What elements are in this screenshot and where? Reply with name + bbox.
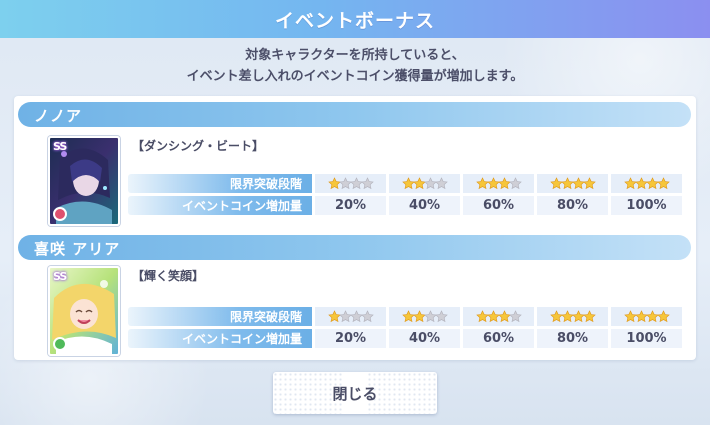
stars-cell: [460, 307, 534, 326]
stars-cell: [386, 307, 460, 326]
bonus-description: 対象キャラクターを所持していると、 イベント差し入れのイベントコイン獲得量が増加…: [0, 45, 710, 87]
card-title: 【輝く笑顔】: [132, 269, 205, 283]
close-button-label: 閉じる: [332, 384, 378, 403]
card-title: 【ダンシング・ビート】: [132, 139, 265, 153]
coin-increase-value: 40%: [386, 196, 460, 215]
limit-break-stars-4: [549, 177, 596, 190]
limit-break-stars-4: [549, 310, 596, 323]
star-icon: [656, 310, 670, 323]
star-icon: [434, 310, 448, 323]
stars-cell: [312, 307, 386, 326]
stars-cell: [608, 174, 682, 193]
character-name: 喜咲 アリア: [34, 240, 121, 258]
coin-increase-value: 40%: [386, 329, 460, 348]
description-line-1: 対象キャラクターを所持していると、: [245, 48, 465, 63]
limit-break-stars-2: [401, 310, 448, 323]
coin-increase-value: 60%: [460, 329, 534, 348]
coin-increase-value: 20%: [312, 329, 386, 348]
stars-cell: [312, 174, 386, 193]
dialog-title: イベントボーナス: [274, 9, 435, 32]
coin-increase-label: イベントコイン増加量: [128, 329, 312, 348]
limit-break-label: 限界突破段階: [128, 174, 312, 193]
dialog-header: イベントボーナス: [0, 0, 710, 38]
coin-increase-value: 80%: [534, 329, 608, 348]
attribute-icon: [53, 337, 67, 351]
limit-break-stars-2: [401, 177, 448, 190]
coin-increase-value: 60%: [460, 196, 534, 215]
stars-cell: [534, 174, 608, 193]
rarity-badge: SS: [53, 140, 67, 153]
star-icon: [360, 177, 374, 190]
limit-break-stars-5: [623, 177, 670, 190]
character-section-nonoa: ノノア SS 【ダンシング・ビート】 限界突破段階 イベントコイン増加量 20%…: [18, 102, 691, 226]
limit-break-stars-3: [475, 177, 522, 190]
close-button[interactable]: 閉じる: [273, 372, 437, 414]
character-card[interactable]: SS: [48, 136, 120, 226]
attribute-icon: [53, 207, 67, 221]
character-section-aria: 喜咲 アリア SS 【輝く笑顔】 限界突破段階 イベントコイン増加量 20% 4…: [18, 235, 691, 357]
coin-increase-label: イベントコイン増加量: [128, 196, 312, 215]
character-card[interactable]: SS: [48, 266, 120, 356]
rarity-badge: SS: [53, 270, 67, 283]
stars-cell: [386, 174, 460, 193]
button-dot-pattern: [367, 372, 437, 414]
limit-break-stars-5: [623, 310, 670, 323]
star-icon: [508, 177, 522, 190]
coin-increase-row: イベントコイン増加量 20% 40% 60% 80% 100%: [128, 329, 682, 348]
coin-increase-value: 100%: [608, 196, 682, 215]
coin-increase-value: 80%: [534, 196, 608, 215]
coin-increase-row: イベントコイン増加量 20% 40% 60% 80% 100%: [128, 196, 682, 215]
stars-cell: [608, 307, 682, 326]
limit-break-stars-1: [327, 177, 374, 190]
stars-cell: [460, 174, 534, 193]
character-name-bar: 喜咲 アリア: [18, 235, 691, 260]
limit-break-row: 限界突破段階: [128, 174, 682, 193]
star-icon: [434, 177, 448, 190]
star-icon: [656, 177, 670, 190]
character-name: ノノア: [34, 107, 83, 125]
description-line-2: イベント差し入れのイベントコイン獲得量が増加します。: [186, 69, 524, 84]
limit-break-row: 限界突破段階: [128, 307, 682, 326]
star-icon: [582, 177, 596, 190]
limit-break-stars-3: [475, 310, 522, 323]
star-icon: [360, 310, 374, 323]
star-icon: [582, 310, 596, 323]
coin-increase-value: 100%: [608, 329, 682, 348]
coin-increase-value: 20%: [312, 196, 386, 215]
character-name-bar: ノノア: [18, 102, 691, 127]
stars-cell: [534, 307, 608, 326]
star-icon: [508, 310, 522, 323]
limit-break-label: 限界突破段階: [128, 307, 312, 326]
limit-break-stars-1: [327, 310, 374, 323]
